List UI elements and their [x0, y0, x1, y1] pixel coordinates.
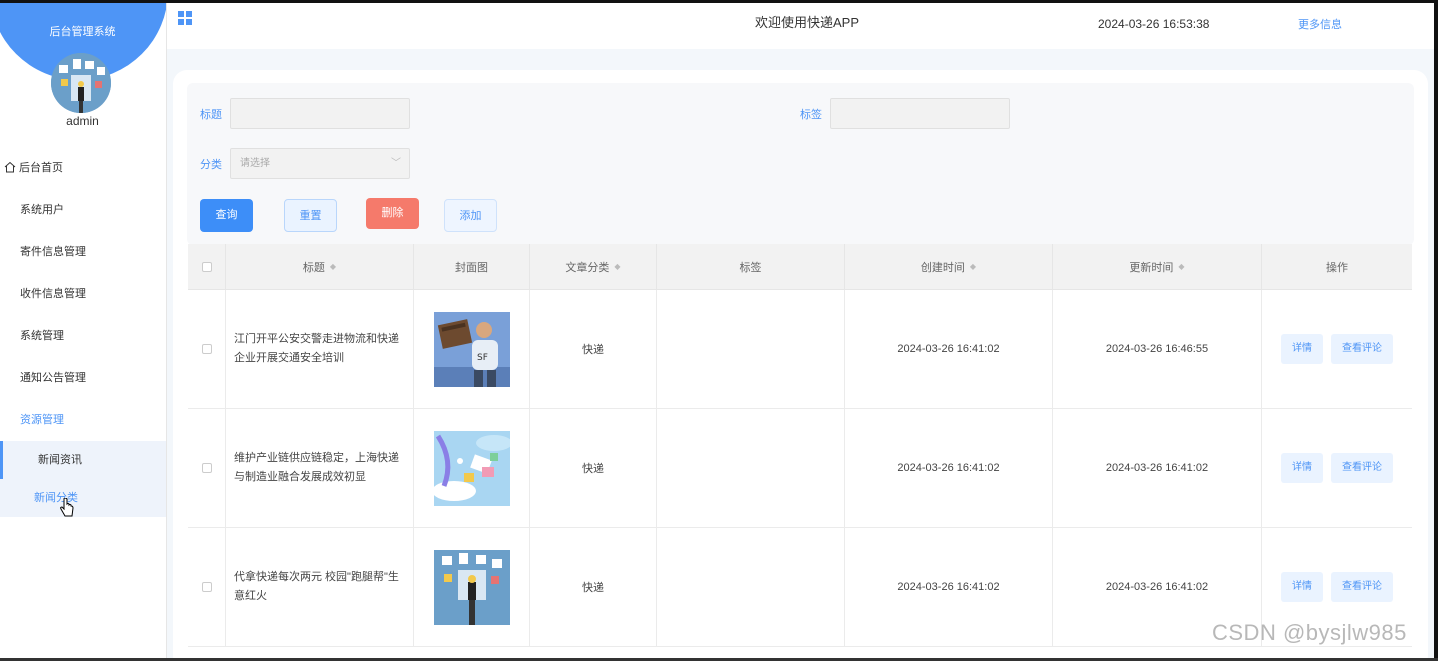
- detail-button[interactable]: 详情: [1281, 453, 1323, 483]
- column-tag: 标签: [657, 244, 845, 289]
- column-header-label: 标签: [739, 261, 762, 274]
- row-cover-cell: SF: [414, 290, 530, 408]
- row-title: 代拿快递每次两元 校园"跑腿帮"生意红火: [226, 528, 414, 646]
- column-header-label: 更新时间: [1129, 261, 1174, 274]
- welcome-text: 欢迎使用快递APP: [755, 15, 860, 30]
- sidebar-menu: 后台首页 系统用户 寄件信息管理 收件信息管理 系统管理 通知公告管理 资源管理…: [0, 147, 166, 517]
- tag-label: 标签: [800, 109, 822, 121]
- row-select-cell: [188, 409, 226, 527]
- category-select[interactable]: 请选择 ﹀: [230, 148, 410, 179]
- row-updated-time: 2024-03-26 16:46:55: [1053, 290, 1262, 408]
- svg-text:SF: SF: [477, 353, 488, 363]
- row-actions: 详情 查看评论: [1262, 290, 1412, 408]
- column-updated[interactable]: 更新时间 ◆: [1053, 244, 1262, 289]
- row-select-cell: [188, 290, 226, 408]
- sidebar-subitem-news[interactable]: 新闻资讯: [0, 441, 166, 479]
- row-tag: [657, 409, 845, 527]
- sidebar-item-system-users[interactable]: 系统用户: [0, 189, 166, 231]
- add-button[interactable]: 添加: [444, 199, 497, 232]
- title-input[interactable]: [230, 98, 410, 129]
- column-cover: 封面图: [414, 244, 530, 289]
- table-row: 维护产业链供应链稳定，上海快递与制造业融合发展成效初显 快递 2024-03-2…: [188, 409, 1412, 528]
- row-created-time: 2024-03-26 16:41:02: [845, 290, 1053, 408]
- column-header-label: 封面图: [455, 261, 488, 274]
- row-cover-cell: [414, 528, 530, 646]
- select-all-checkbox[interactable]: [201, 261, 212, 272]
- window-top-border: [0, 0, 1438, 3]
- hand-cursor-icon: [60, 497, 74, 523]
- row-title: 江门开平公安交警走进物流和快递企业开展交通安全培训: [226, 290, 414, 408]
- table-header: 标题 ◆ 封面图 文章分类 ◆ 标签 创建时间 ◆ 更新时间 ◆ 操作: [188, 244, 1412, 290]
- sidebar-item-label: 后台首页: [19, 162, 63, 174]
- window-right-border: [1434, 0, 1438, 661]
- row-cover-cell: [414, 409, 530, 527]
- sidebar-item-home[interactable]: 后台首页: [0, 147, 166, 189]
- sort-icon[interactable]: ◆: [614, 262, 620, 271]
- sort-icon[interactable]: ◆: [1178, 262, 1184, 271]
- table-row: 江门开平公安交警走进物流和快递企业开展交通安全培训 SF 快递 2024-03-…: [188, 290, 1412, 409]
- row-created-time: 2024-03-26 16:41:02: [845, 528, 1053, 646]
- sidebar-item-send-info[interactable]: 寄件信息管理: [0, 231, 166, 273]
- row-tag: [657, 528, 845, 646]
- detail-button[interactable]: 详情: [1281, 334, 1323, 364]
- news-table: 标题 ◆ 封面图 文章分类 ◆ 标签 创建时间 ◆ 更新时间 ◆ 操作 江门开平公安交警…: [188, 244, 1412, 647]
- sidebar: 后台管理系统 admin 后台首页 系统用户 寄件信息管理 收件信息管理 系统管…: [0, 0, 167, 661]
- row-category: 快递: [530, 290, 657, 408]
- row-actions: 详情 查看评论: [1262, 409, 1412, 527]
- category-label: 分类: [200, 159, 222, 171]
- sidebar-subitem-news-category[interactable]: 新闻分类: [0, 479, 166, 517]
- row-checkbox[interactable]: [201, 344, 212, 354]
- row-category: 快递: [530, 528, 657, 646]
- username: admin: [66, 114, 99, 128]
- system-title: 后台管理系统: [49, 26, 116, 38]
- row-updated-time: 2024-03-26 16:41:02: [1053, 409, 1262, 527]
- tag-input[interactable]: [830, 98, 1010, 129]
- column-actions: 操作: [1262, 244, 1412, 289]
- column-category[interactable]: 文章分类 ◆: [530, 244, 657, 289]
- delete-button[interactable]: 删除: [366, 198, 419, 229]
- row-checkbox[interactable]: [201, 582, 212, 592]
- sort-icon[interactable]: ◆: [970, 262, 976, 271]
- sidebar-item-system-management[interactable]: 系统管理: [0, 315, 166, 357]
- sort-icon[interactable]: ◆: [330, 262, 336, 271]
- sidebar-item-receive-info[interactable]: 收件信息管理: [0, 273, 166, 315]
- avatar[interactable]: [51, 53, 111, 113]
- grid-menu-icon[interactable]: [178, 11, 193, 26]
- csdn-watermark: CSDN @bysjlw985: [1212, 620, 1407, 645]
- column-title[interactable]: 标题 ◆: [226, 244, 414, 289]
- title-label: 标题: [200, 109, 222, 121]
- home-icon: [4, 149, 16, 173]
- column-header-label: 标题: [302, 261, 325, 274]
- category-placeholder: 请选择: [240, 158, 270, 169]
- row-created-time: 2024-03-26 16:41:02: [845, 409, 1053, 527]
- sidebar-item-resource-management[interactable]: 资源管理: [0, 399, 166, 441]
- row-category: 快递: [530, 409, 657, 527]
- reset-button[interactable]: 重置: [284, 199, 337, 232]
- row-tag: [657, 290, 845, 408]
- view-comments-button[interactable]: 查看评论: [1331, 453, 1393, 483]
- row-checkbox[interactable]: [201, 463, 212, 473]
- query-button[interactable]: 查询: [200, 199, 253, 232]
- view-comments-button[interactable]: 查看评论: [1331, 572, 1393, 602]
- top-header: 欢迎使用快递APP 2024-03-26 16:53:38 更多信息: [167, 3, 1434, 49]
- sidebar-item-notice-management[interactable]: 通知公告管理: [0, 357, 166, 399]
- row-title: 维护产业链供应链稳定，上海快递与制造业融合发展成效初显: [226, 409, 414, 527]
- cover-image[interactable]: SF: [433, 311, 510, 387]
- view-comments-button[interactable]: 查看评论: [1331, 334, 1393, 364]
- cover-image[interactable]: [433, 430, 510, 506]
- column-header-label: 操作: [1326, 261, 1348, 274]
- cover-image[interactable]: [433, 549, 510, 625]
- current-datetime: 2024-03-26 16:53:38: [1098, 17, 1210, 31]
- select-all-cell: [188, 244, 226, 289]
- column-created[interactable]: 创建时间 ◆: [845, 244, 1053, 289]
- column-header-label: 文章分类: [565, 261, 610, 274]
- row-select-cell: [188, 528, 226, 646]
- more-info-link[interactable]: 更多信息: [1298, 16, 1342, 32]
- chevron-down-icon: ﹀: [391, 158, 401, 169]
- column-header-label: 创建时间: [920, 261, 965, 274]
- detail-button[interactable]: 详情: [1281, 572, 1323, 602]
